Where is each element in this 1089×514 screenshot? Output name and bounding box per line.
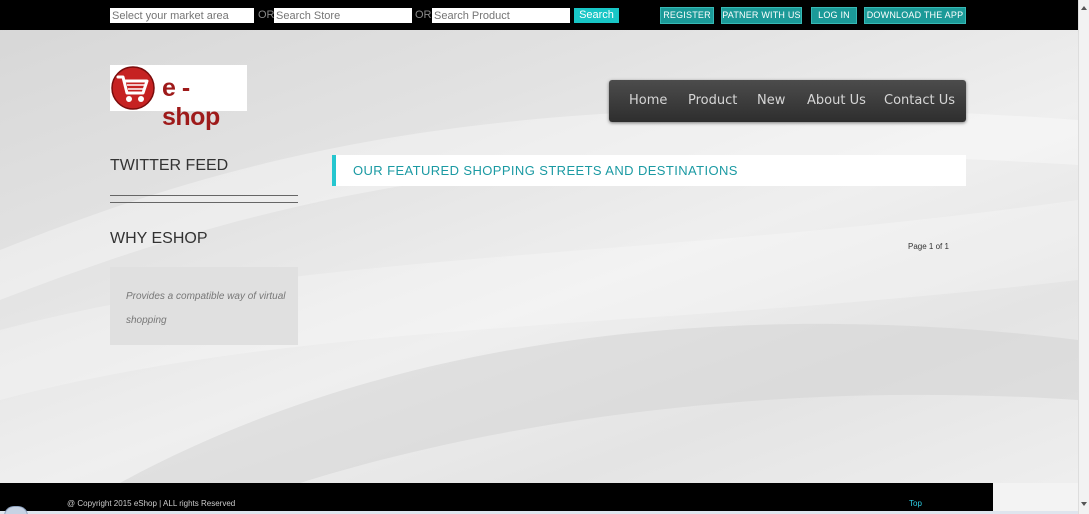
footer-blank bbox=[993, 483, 1078, 514]
nav-new[interactable]: New bbox=[757, 93, 785, 108]
register-button[interactable]: REGISTER bbox=[660, 7, 714, 24]
vertical-scrollbar[interactable] bbox=[1078, 0, 1089, 514]
twitter-feed-heading: TWITTER FEED bbox=[110, 157, 229, 174]
divider bbox=[110, 202, 298, 203]
or-separator: OR bbox=[415, 9, 432, 21]
shopping-cart-icon bbox=[111, 66, 155, 110]
partner-button[interactable]: PATNER WITH US bbox=[721, 7, 802, 24]
market-area-input[interactable] bbox=[110, 8, 254, 23]
eshop-logo[interactable]: e -shop bbox=[110, 65, 247, 131]
scroll-down-icon[interactable] bbox=[1081, 502, 1087, 506]
footer: @ Copyright 2015 eShop | ALL rights Rese… bbox=[0, 483, 993, 514]
why-eshop-text: Provides a compatible way of virtual sho… bbox=[126, 291, 286, 326]
copyright-text: @ Copyright 2015 eShop | ALL rights Rese… bbox=[67, 499, 236, 508]
nav-product[interactable]: Product bbox=[688, 93, 737, 108]
search-product-input[interactable] bbox=[432, 8, 570, 23]
featured-header: OUR FEATURED SHOPPING STREETS AND DESTIN… bbox=[332, 155, 966, 186]
main-nav: Home Product New About Us Contact Us bbox=[609, 80, 966, 122]
search-store-input[interactable] bbox=[274, 8, 412, 23]
top-bar: OR OR Search REGISTER PATNER WITH US LOG… bbox=[0, 0, 1078, 30]
nav-about-us[interactable]: About Us bbox=[807, 93, 866, 108]
why-eshop-heading: WHY ESHOP bbox=[110, 230, 208, 247]
featured-title: OUR FEATURED SHOPPING STREETS AND DESTIN… bbox=[353, 163, 738, 178]
nav-home[interactable]: Home bbox=[629, 93, 667, 108]
why-eshop-box: Provides a compatible way of virtual sho… bbox=[110, 267, 298, 345]
or-separator: OR bbox=[258, 9, 275, 21]
scroll-up-icon[interactable] bbox=[1081, 6, 1087, 10]
login-button[interactable]: LOG IN bbox=[811, 7, 857, 24]
top-link[interactable]: Top bbox=[909, 499, 922, 508]
divider bbox=[110, 195, 298, 196]
download-app-button[interactable]: DOWNLOAD THE APP bbox=[864, 7, 966, 24]
search-button[interactable]: Search bbox=[574, 8, 619, 23]
page-indicator: Page 1 of 1 bbox=[908, 242, 949, 251]
nav-contact-us[interactable]: Contact Us bbox=[884, 93, 955, 108]
logo-text: e -shop bbox=[162, 74, 220, 131]
